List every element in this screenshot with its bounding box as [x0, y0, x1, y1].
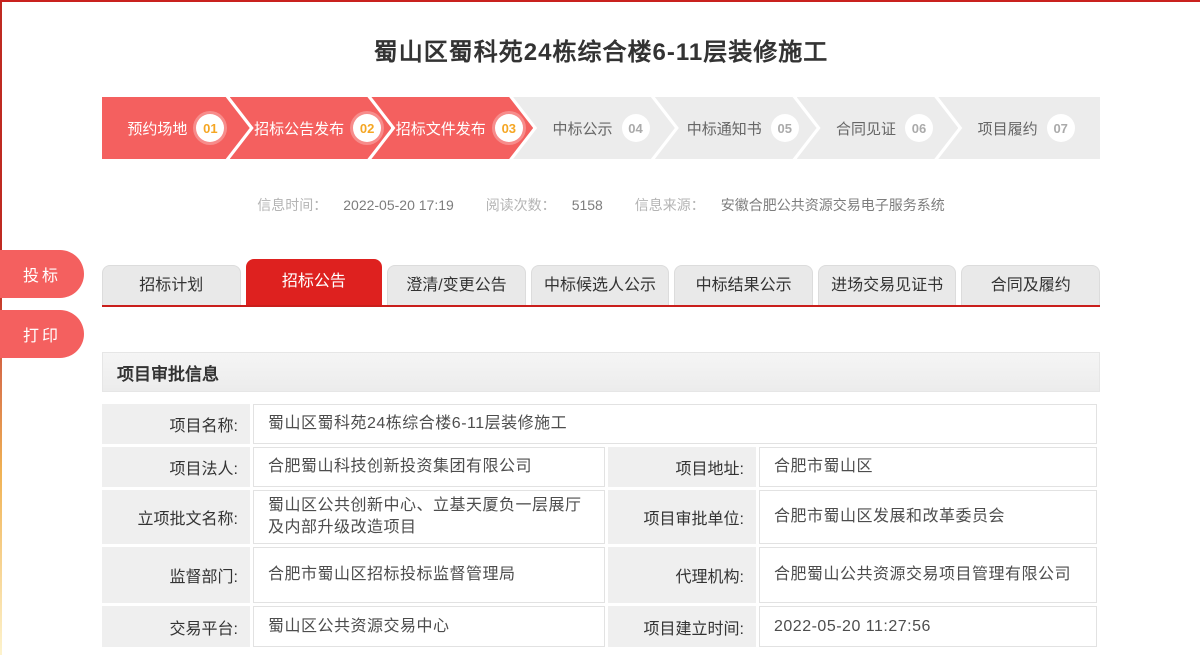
- field-label-project-created-time: 项目建立时间:: [608, 606, 756, 647]
- step-contract-witness: 合同见证 06: [797, 97, 959, 159]
- step-award-notice: 中标通知书 05: [655, 97, 817, 159]
- info-time-value: 2022-05-20 17:19: [343, 197, 454, 213]
- info-source-label: 信息来源：: [635, 197, 705, 213]
- field-value-project-address: 合肥市蜀山区: [759, 447, 1097, 487]
- field-value-agency: 合肥蜀山公共资源交易项目管理有限公司: [759, 547, 1097, 603]
- step-number-badge: 02: [353, 114, 381, 142]
- read-count-value: 5158: [572, 197, 603, 213]
- field-label-approval-authority: 项目审批单位:: [608, 490, 756, 544]
- section-title-project-approval-info: 项目审批信息: [102, 352, 1100, 392]
- field-label-approval-document-name: 立项批文名称:: [102, 490, 250, 544]
- read-count-label: 阅读次数：: [486, 197, 556, 213]
- field-label-project-name: 项目名称:: [102, 404, 250, 444]
- field-label-project-address: 项目地址:: [608, 447, 756, 487]
- step-number-badge: 07: [1047, 114, 1075, 142]
- info-meta-line: 信息时间： 2022-05-20 17:19 阅读次数： 5158 信息来源： 安徽合…: [102, 195, 1100, 215]
- tab-candidate-publicity[interactable]: 中标候选人公示: [531, 265, 670, 305]
- info-time-label: 信息时间：: [257, 197, 327, 213]
- tab-entry-trade-certificate[interactable]: 进场交易见证书: [818, 265, 957, 305]
- field-value-supervision-department: 合肥市蜀山区招标投标监督管理局: [253, 547, 605, 603]
- tab-bar: 招标计划 招标公告 澄清/变更公告 中标候选人公示 中标结果公示 进场交易见证书…: [102, 259, 1100, 305]
- field-value-approval-authority: 合肥市蜀山区发展和改革委员会: [759, 490, 1097, 544]
- step-winner-publicity: 中标公示 04: [513, 97, 675, 159]
- tab-result-publicity[interactable]: 中标结果公示: [674, 265, 813, 305]
- step-project-performance: 项目履约 07: [938, 97, 1100, 159]
- field-label-supervision-department: 监督部门:: [102, 547, 250, 603]
- main-content: 蜀山区蜀科苑24栋综合楼6-11层装修施工 预约场地 01 招标公告发布 02 …: [102, 2, 1100, 647]
- step-number-badge: 05: [771, 114, 799, 142]
- step-label: 中标通知书: [687, 118, 762, 139]
- field-value-approval-document-name: 蜀山区公共创新中心、立基天厦负一层展厅及内部升级改造项目: [253, 490, 605, 544]
- step-label: 项目履约: [978, 118, 1038, 139]
- step-documents-published: 招标文件发布 03: [371, 97, 533, 159]
- step-label: 合同见证: [836, 118, 896, 139]
- step-reserve-venue: 预约场地 01: [102, 97, 250, 159]
- field-label-trading-platform: 交易平台:: [102, 606, 250, 647]
- step-announcement-published: 招标公告发布 02: [230, 97, 392, 159]
- step-label: 招标公告发布: [254, 118, 344, 139]
- field-value-project-name: 蜀山区蜀科苑24栋综合楼6-11层装修施工: [253, 404, 1097, 444]
- process-step-bar: 预约场地 01 招标公告发布 02 招标文件发布 03 中标公示 04 中标通知…: [102, 97, 1100, 159]
- step-label: 中标公示: [553, 118, 613, 139]
- step-number-badge: 01: [196, 114, 224, 142]
- step-number-badge: 06: [905, 114, 933, 142]
- step-label: 预约场地: [127, 118, 187, 139]
- tab-bid-announcement[interactable]: 招标公告: [246, 259, 383, 305]
- print-button[interactable]: 打印: [0, 310, 84, 358]
- info-source-value: 安徽合肥公共资源交易电子服务系统: [721, 197, 945, 213]
- field-value-project-legal-person: 合肥蜀山科技创新投资集团有限公司: [253, 447, 605, 487]
- step-number-badge: 04: [622, 114, 650, 142]
- tab-contract-and-performance[interactable]: 合同及履约: [961, 265, 1100, 305]
- bid-button[interactable]: 投标: [0, 250, 84, 298]
- tab-bid-plan[interactable]: 招标计划: [102, 265, 241, 305]
- field-label-agency: 代理机构:: [608, 547, 756, 603]
- tab-clarification-change-notice[interactable]: 澄清/变更公告: [387, 265, 526, 305]
- step-number-badge: 03: [495, 114, 523, 142]
- field-label-project-legal-person: 项目法人:: [102, 447, 250, 487]
- project-approval-table: 项目名称: 蜀山区蜀科苑24栋综合楼6-11层装修施工 项目法人: 合肥蜀山科技…: [102, 404, 1100, 647]
- field-value-trading-platform: 蜀山区公共资源交易中心: [253, 606, 605, 647]
- page-title: 蜀山区蜀科苑24栋综合楼6-11层装修施工: [102, 2, 1100, 67]
- step-label: 招标文件发布: [396, 118, 486, 139]
- field-value-project-created-time: 2022-05-20 11:27:56: [759, 606, 1097, 647]
